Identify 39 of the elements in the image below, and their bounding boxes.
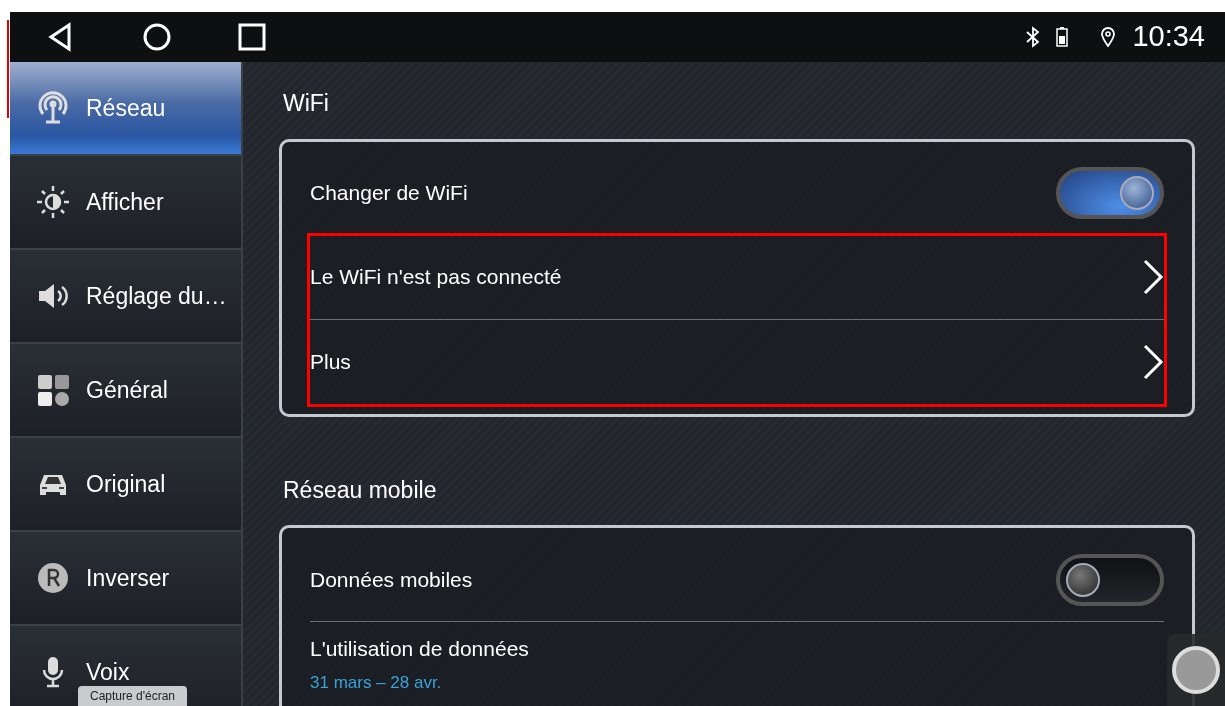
row-label: Changer de WiFi [310, 180, 468, 207]
battery-icon [1056, 27, 1069, 47]
row-label: Données mobiles [310, 566, 473, 593]
circle-icon [1171, 645, 1221, 695]
sidebar-label: Général [86, 375, 168, 405]
r-circle-icon [36, 561, 70, 595]
sidebar-item[interactable]: Réglage du… [10, 250, 241, 344]
sidebar-label: Inverser [86, 563, 170, 593]
list-item[interactable]: Le WiFi n'est pas connecté [310, 235, 1164, 320]
chevron-icon [1142, 342, 1164, 381]
sidebar-item[interactable]: Général [10, 344, 241, 438]
row-label: L'utilisation de données [310, 635, 529, 662]
sidebar-label: Afficher [86, 187, 164, 217]
sidebar-item[interactable]: Afficher [10, 156, 241, 250]
clock: 10:34 [1132, 19, 1205, 55]
toggle-switch[interactable] [1056, 553, 1164, 606]
assistive-touch-button[interactable] [1167, 634, 1225, 706]
section-title: Réseau mobile [283, 475, 438, 505]
sidebar-label: Original [86, 469, 166, 499]
brightness-icon [36, 185, 70, 219]
section-title: WiFi [283, 89, 330, 118]
sidebar-label: Réglage du… [86, 281, 227, 311]
sidebar-item[interactable]: Réseau [10, 62, 241, 156]
location-icon [1100, 26, 1117, 48]
grid-icon [36, 373, 70, 407]
list-item[interactable]: Plus [310, 319, 1164, 404]
bluetooth-icon [1026, 26, 1041, 48]
chevron-icon [1142, 258, 1164, 296]
list-item[interactable]: L'utilisation de données 31 mars – 28 avr. [310, 622, 1164, 706]
row-subtitle: 31 mars – 28 avr. [310, 672, 442, 694]
sidebar-label: Voix [86, 657, 130, 687]
row-label: Plus [310, 348, 351, 375]
sidebar-label: Réseau [86, 93, 166, 123]
sidebar-item[interactable]: Inverser [10, 532, 241, 626]
antenna-icon [36, 91, 70, 125]
row-label: Le WiFi n'est pas connecté [310, 264, 562, 291]
sidebar-item[interactable]: Original [10, 438, 241, 532]
toast-message: Capture d'écran [78, 686, 187, 706]
toggle-switch[interactable] [1056, 167, 1164, 219]
